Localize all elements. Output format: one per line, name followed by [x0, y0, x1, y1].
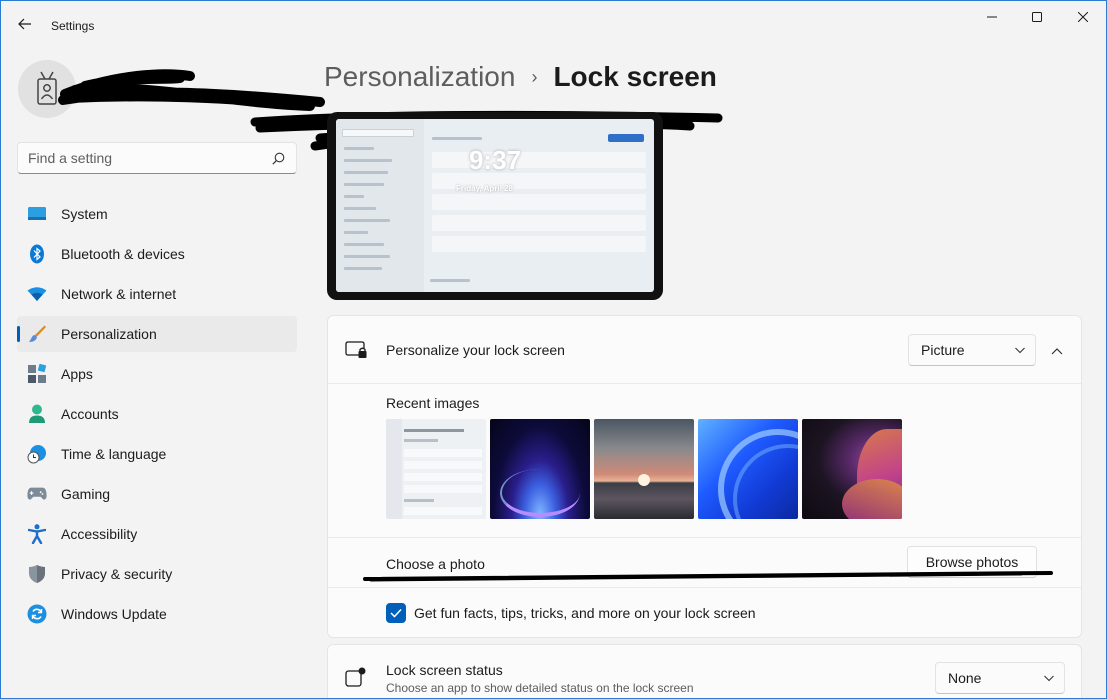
search-box[interactable] [17, 142, 297, 174]
breadcrumb-parent[interactable]: Personalization [324, 61, 515, 93]
recent-images-list [386, 419, 902, 519]
sidebar-item-network[interactable]: Network & internet [17, 276, 297, 312]
system-icon [27, 204, 47, 224]
page-title: Lock screen [553, 61, 717, 92]
back-button[interactable] [10, 10, 40, 40]
recent-image-thumbnail[interactable] [386, 419, 486, 519]
wifi-icon [27, 284, 47, 304]
sidebar-item-windows-update[interactable]: Windows Update [17, 596, 297, 632]
sidebar-item-label: Bluetooth & devices [61, 246, 185, 262]
sidebar-item-label: System [61, 206, 108, 222]
chevron-up-icon [1051, 342, 1063, 358]
dropdown-value: None [948, 670, 982, 686]
sidebar-item-label: Accessibility [61, 526, 138, 542]
search-icon[interactable] [270, 150, 286, 166]
globe-clock-icon [27, 444, 47, 464]
lock-screen-background-dropdown[interactable]: Picture [908, 334, 1036, 366]
checkmark-icon [390, 605, 402, 621]
chevron-down-icon [1044, 671, 1054, 688]
lock-screen-icon [345, 340, 367, 360]
sidebar-item-accounts[interactable]: Accounts [17, 396, 297, 432]
fun-facts-label: Get fun facts, tips, tricks, and more on… [414, 605, 756, 621]
recent-image-thumbnail[interactable] [698, 419, 798, 519]
id-badge-icon [34, 70, 60, 109]
lock-screen-status-card: Lock screen status Choose an app to show… [327, 644, 1082, 699]
gamepad-icon [27, 484, 47, 504]
recent-image-thumbnail[interactable] [490, 419, 590, 519]
chevron-down-icon [1015, 343, 1025, 360]
divider [328, 537, 1081, 538]
lock-screen-status-title: Lock screen status [386, 662, 503, 678]
sidebar-item-label: Apps [61, 366, 93, 382]
sidebar-item-label: Gaming [61, 486, 111, 502]
app-title: Settings [51, 19, 95, 33]
breadcrumb: Personalization › Lock screen [324, 60, 717, 94]
sidebar-item-label: Privacy & security [61, 566, 173, 582]
divider [328, 587, 1081, 588]
sidebar-item-accessibility[interactable]: Accessibility [17, 516, 297, 552]
search-input[interactable] [28, 150, 270, 166]
sidebar-item-time-language[interactable]: Time & language [17, 436, 297, 472]
lock-screen-status-subtitle: Choose an app to show detailed status on… [386, 681, 694, 695]
sidebar-item-privacy[interactable]: Privacy & security [17, 556, 297, 592]
recent-image-thumbnail[interactable] [594, 419, 694, 519]
personalize-lock-screen-card: Personalize your lock screen Picture Rec… [327, 315, 1082, 638]
sidebar-nav: System Bluetooth & devices Network & int… [17, 196, 297, 636]
title-bar: Settings [0, 0, 1107, 48]
sidebar-item-system[interactable]: System [17, 196, 297, 232]
personalize-row[interactable]: Personalize your lock screen Picture [328, 316, 1081, 383]
arrow-left-icon [18, 17, 32, 33]
redaction-scribble-profile [58, 69, 325, 111]
lock-screen-status-dropdown[interactable]: None [935, 662, 1065, 694]
browse-photos-button[interactable]: Browse photos [907, 546, 1037, 578]
accessibility-icon [27, 524, 47, 544]
maximize-icon [1032, 9, 1042, 25]
apps-icon [27, 364, 47, 384]
bluetooth-icon [27, 244, 47, 264]
sidebar-item-personalization[interactable]: Personalization [17, 316, 297, 352]
minimize-icon [987, 9, 997, 25]
sidebar-item-label: Windows Update [61, 606, 167, 622]
divider [328, 383, 1081, 384]
sidebar-item-gaming[interactable]: Gaming [17, 476, 297, 512]
preview-screen: 9:37 Friday, April 28 [336, 119, 654, 292]
browse-photos-label: Browse photos [925, 554, 1019, 570]
sidebar-item-label: Personalization [61, 326, 157, 342]
sidebar-item-bluetooth[interactable]: Bluetooth & devices [17, 236, 297, 272]
avatar[interactable] [18, 60, 76, 118]
dropdown-value: Picture [921, 342, 965, 358]
person-icon [27, 404, 47, 424]
close-button[interactable] [1060, 0, 1106, 34]
sidebar-item-label: Network & internet [61, 286, 177, 302]
breadcrumb-separator: › [531, 66, 538, 87]
choose-photo-label: Choose a photo [386, 556, 485, 572]
sidebar-item-apps[interactable]: Apps [17, 356, 297, 392]
sidebar-item-label: Time & language [61, 446, 167, 462]
maximize-button[interactable] [1014, 0, 1060, 34]
status-icon [345, 667, 367, 687]
close-icon [1077, 9, 1089, 25]
recent-image-thumbnail[interactable] [802, 419, 902, 519]
collapse-button[interactable] [1043, 336, 1071, 364]
paintbrush-icon [27, 324, 47, 344]
minimize-button[interactable] [969, 0, 1015, 34]
personalize-title: Personalize your lock screen [386, 342, 565, 358]
preview-time: 9:37 [468, 145, 522, 175]
shield-icon [27, 564, 47, 584]
fun-facts-checkbox[interactable] [386, 603, 406, 623]
recent-images-label: Recent images [386, 395, 480, 411]
refresh-icon [27, 604, 47, 624]
sidebar-item-label: Accounts [61, 406, 119, 422]
preview-date: Friday, April 28 [456, 184, 513, 193]
lock-screen-preview: 9:37 Friday, April 28 [327, 112, 663, 300]
